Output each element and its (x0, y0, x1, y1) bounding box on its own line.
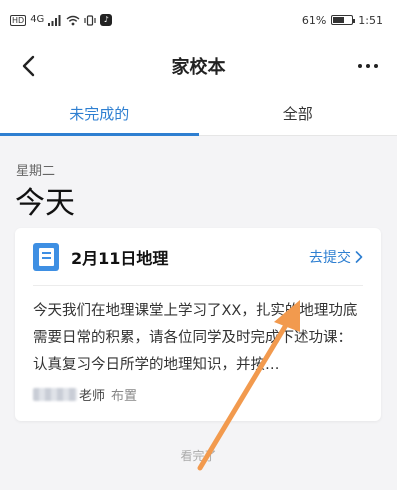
signal-icon (48, 14, 61, 26)
tab-bar: 未完成的 全部 (0, 92, 397, 136)
chevron-right-icon (355, 250, 363, 263)
day-heading: 今天 (15, 186, 75, 221)
battery-level (333, 17, 345, 23)
submit-link[interactable]: 去提交 (309, 247, 363, 267)
assignment-card[interactable]: 2月11日地理 去提交 今天我们在地理课堂上学习了XX，扎实的地理功底需要日常的… (15, 228, 381, 421)
more-button[interactable] (353, 52, 383, 80)
tab-incomplete[interactable]: 未完成的 (0, 92, 199, 136)
vibrate-icon (84, 14, 96, 26)
end-of-list-text: 看完了 (180, 449, 217, 463)
status-left: HD 4G ♪ (10, 14, 113, 26)
assigned-status: 布置 (111, 389, 138, 404)
assignment-title: 2月11日地理 (71, 248, 169, 268)
app-header: 家校本 (0, 40, 397, 92)
card-header: 2月11日地理 去提交 (15, 228, 381, 285)
more-dots-icon (374, 64, 378, 68)
hd-icon: HD (10, 14, 27, 26)
back-button[interactable] (14, 52, 42, 80)
clock: 1:51 (358, 13, 383, 27)
assignment-description: 今天我们在地理课堂上学习了XX，扎实的地理功底需要日常的积累，请各位同学及时完成… (33, 303, 358, 373)
tiktok-icon: ♪ (100, 14, 113, 26)
card-footer: 老师 布置 (33, 385, 137, 404)
status-right: 61% 1:51 (302, 14, 383, 27)
card-divider (33, 285, 363, 286)
wifi-icon (66, 15, 80, 25)
status-bar: HD 4G ♪ 61% 1:51 (0, 0, 397, 40)
book-icon (33, 242, 59, 271)
teacher-label: 老师 (79, 389, 106, 404)
tab-all[interactable]: 全部 (199, 92, 397, 135)
battery-icon (331, 15, 356, 25)
submit-label: 去提交 (309, 249, 351, 266)
more-dots-icon (358, 64, 362, 68)
weekday-label: 星期二 (16, 164, 56, 179)
page-title: 家校本 (171, 57, 226, 78)
battery-percent: 61% (301, 13, 327, 27)
network-type: 4G (30, 14, 45, 25)
more-dots-icon (366, 64, 370, 68)
chevron-left-icon (22, 55, 35, 77)
redacted-teacher-name (33, 388, 77, 401)
